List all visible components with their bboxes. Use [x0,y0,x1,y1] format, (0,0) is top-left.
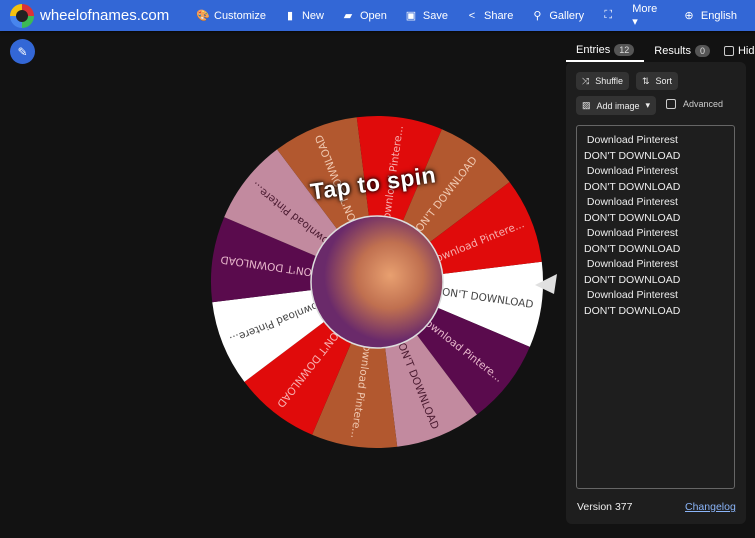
nav-item-english[interactable]: ⊕ English [683,9,737,23]
entries-textarea[interactable]: Download Pinterest DON'T DOWNLOAD Downlo… [576,125,735,489]
entries-count-badge: 12 [614,44,635,56]
wheel[interactable]: DON'T DOWNLOADDownload Pintere...DON'T D… [0,0,560,538]
tab-entries[interactable]: Entries 12 [566,40,645,62]
add-image-button[interactable]: ▨ Add image ▾ [576,96,657,115]
shuffle-icon: ⤨ [582,75,590,86]
tab-label: Entries [576,44,611,56]
tab-label: Results [654,45,691,57]
shuffle-button[interactable]: ⤨ Shuffle [576,72,630,90]
hide-label: Hid [737,45,755,57]
image-icon: ▨ [582,100,591,110]
add-image-label: Add image [596,100,640,111]
fullscreen-icon: ⛶ [604,9,613,21]
chevron-down-icon: ▾ [645,100,651,110]
panel-tabs: Entries 12 Results 0 Hid [566,40,755,62]
shuffle-label: Shuffle [595,76,624,86]
sort-label: Sort [655,76,673,86]
tab-results[interactable]: Results 0 [644,40,720,62]
version-label: Version 377 [577,501,633,513]
advanced-label: Advanced [683,99,724,109]
nav-item-more[interactable]: More ▾ [632,3,665,28]
checkbox[interactable] [666,99,676,109]
results-count-badge: 0 [694,45,710,57]
advanced-checkbox[interactable]: Advanced [666,99,723,109]
nav-label: English [700,9,737,22]
sort-icon: ⇅ [642,75,650,86]
hide-checkbox[interactable]: Hid [720,40,755,62]
nav-label: More ▾ [632,3,658,28]
globe-icon: ⊕ [684,10,694,22]
checkbox[interactable] [723,46,734,56]
changelog-link[interactable]: Changelog [685,501,736,513]
nav-item-fullscreen[interactable]: ⛶ [602,9,614,22]
sort-button[interactable]: ⇅ Sort [636,72,679,90]
center-image[interactable] [310,215,444,349]
